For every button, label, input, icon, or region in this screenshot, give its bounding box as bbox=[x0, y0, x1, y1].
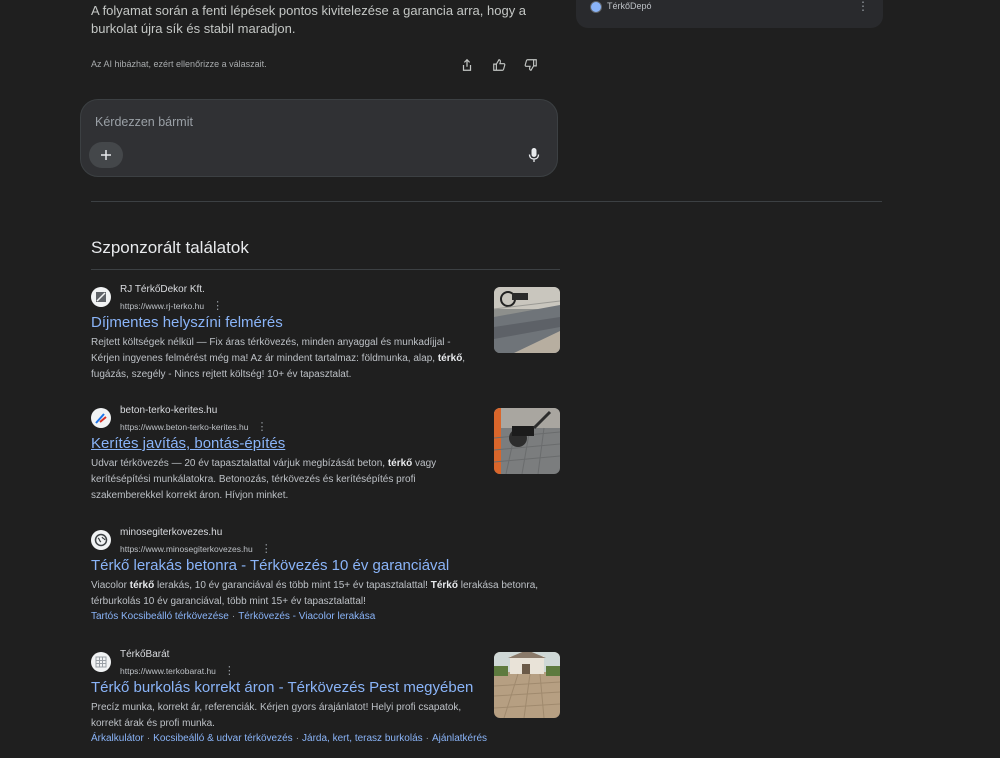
globe-icon bbox=[91, 530, 111, 550]
share-icon[interactable] bbox=[458, 56, 476, 74]
ad-url[interactable]: https://www.rj-terko.hu bbox=[120, 301, 204, 311]
ad-title-link[interactable]: Térkő burkolás korrekt áron - Térkövezés… bbox=[91, 677, 561, 699]
source-card-label: TérkőDepó bbox=[607, 1, 652, 11]
ad-title-link[interactable]: Kerítés javítás, bontás-építés bbox=[91, 433, 561, 455]
ask-input[interactable]: Kérdezzen bármit bbox=[95, 115, 193, 129]
sitelink[interactable]: Árkalkulátor bbox=[91, 733, 144, 744]
ad-result: minosegiterkovezes.hu https://www.minose… bbox=[91, 526, 561, 624]
sitelink[interactable]: Tartós Kocsibeálló térkövezése bbox=[91, 611, 229, 622]
ad-description: Rejtett költségek nélkül — Fix áras térk… bbox=[91, 337, 466, 380]
ad-site-name[interactable]: TérkőBarát bbox=[120, 649, 169, 660]
ad-site-name[interactable]: minosegiterkovezes.hu bbox=[120, 527, 222, 538]
ad-url[interactable]: https://www.minosegiterkovezes.hu bbox=[120, 544, 253, 554]
more-vert-icon[interactable]: ⋮ bbox=[857, 0, 869, 13]
ai-disclaimer: Az AI hibázhat, ezért ellenőrizze a vála… bbox=[91, 59, 267, 69]
sitelinks: Árkalkulátor · Kocsibeálló & udvar térköve… bbox=[91, 733, 488, 744]
divider bbox=[91, 269, 560, 270]
ad-result: beton-terko-kerites.hu https://www.beton… bbox=[91, 404, 561, 504]
thumbs-down-icon[interactable] bbox=[522, 56, 540, 74]
ask-box[interactable]: Kérdezzen bármit bbox=[80, 99, 558, 177]
thumbs-up-icon[interactable] bbox=[490, 56, 508, 74]
ad-thumbnail[interactable] bbox=[494, 652, 560, 718]
divider bbox=[91, 201, 882, 202]
mic-icon bbox=[528, 148, 540, 162]
sitelink[interactable]: Kocsibeálló & udvar térkövezés bbox=[153, 733, 293, 744]
globe-icon bbox=[590, 1, 602, 13]
ad-title-link[interactable]: Térkő lerakás betonra - Térkövezés 10 év… bbox=[91, 555, 561, 577]
sitelink[interactable]: Ajánlatkérés bbox=[432, 733, 487, 744]
more-vert-icon[interactable]: ⋮ bbox=[212, 300, 223, 312]
more-vert-icon[interactable]: ⋮ bbox=[224, 665, 235, 677]
ad-url[interactable]: https://www.terkobarat.hu bbox=[120, 666, 216, 676]
plus-icon bbox=[101, 150, 111, 160]
ad-description: Precíz munka, korrekt ár, referenciák. K… bbox=[91, 702, 462, 729]
sitelink[interactable]: Térkövezés - Viacolor lerakása bbox=[238, 611, 375, 622]
ad-result: TérkőBarát https://www.terkobarat.hu ⋮ Té… bbox=[91, 648, 561, 746]
ad-site-name[interactable]: RJ TérkőDekor Kft. bbox=[120, 284, 205, 295]
site-favicon bbox=[91, 287, 111, 307]
ad-thumbnail[interactable] bbox=[494, 408, 560, 474]
ad-url[interactable]: https://www.beton-terko-kerites.hu bbox=[120, 422, 249, 432]
source-card[interactable]: TérkőDepó ⋮ bbox=[576, 0, 883, 28]
ad-description: Udvar térkövezés — 20 év tapasztalattal … bbox=[91, 458, 437, 501]
ad-description: Viacolor térkő lerakás, 10 év garanciáva… bbox=[91, 580, 539, 607]
site-favicon bbox=[91, 652, 111, 672]
site-favicon bbox=[91, 408, 111, 428]
ai-answer-text: A folyamat során a fenti lépések pontos … bbox=[91, 3, 527, 36]
more-vert-icon[interactable]: ⋮ bbox=[257, 421, 268, 433]
sponsored-title: Szponzorált találatok bbox=[91, 238, 249, 257]
more-vert-icon[interactable]: ⋮ bbox=[261, 543, 272, 555]
ad-site-name[interactable]: beton-terko-kerites.hu bbox=[120, 405, 217, 416]
ad-result: RJ TérkőDekor Kft. https://www.rj-terko.… bbox=[91, 283, 561, 383]
sitelink[interactable]: Járda, kert, terasz burkolás bbox=[302, 733, 423, 744]
ad-title-link[interactable]: Díjmentes helyszíni felmérés bbox=[91, 312, 561, 334]
sitelinks: Tartós Kocsibeálló térkövezése · Térkövezé… bbox=[91, 611, 376, 622]
mic-button[interactable] bbox=[527, 147, 541, 163]
ad-thumbnail[interactable] bbox=[494, 287, 560, 353]
add-button[interactable] bbox=[89, 142, 123, 168]
